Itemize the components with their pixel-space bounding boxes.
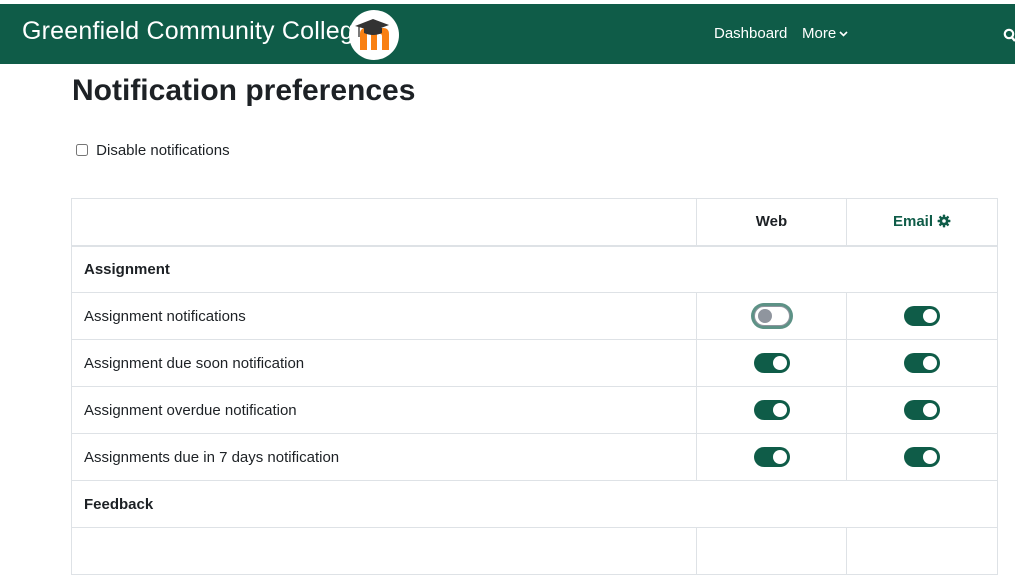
table-row	[71, 527, 998, 575]
search-icon[interactable]	[1003, 28, 1015, 42]
email-toggle-cell	[846, 292, 998, 340]
toggle-knob	[772, 356, 787, 370]
nav-more-menu[interactable]: More	[802, 25, 848, 42]
empty-cell	[696, 527, 847, 575]
email-toggle-cell	[846, 386, 998, 434]
email-toggle[interactable]	[904, 447, 940, 467]
toggle-knob	[923, 309, 937, 323]
page-title: Notification preferences	[72, 74, 416, 107]
notification-preferences-table: Web Email Assignment Assignment notificat…	[71, 198, 998, 575]
notification-name: Assignment due soon notification	[71, 339, 697, 387]
toggle-knob	[923, 403, 937, 417]
nav-more-label: More	[802, 25, 837, 42]
group-row: Feedback	[71, 480, 998, 528]
web-toggle-cell	[696, 292, 847, 340]
empty-cell	[71, 527, 697, 575]
table-row: Assignment due soon notification	[71, 339, 998, 387]
notification-name: Assignment notifications	[71, 292, 697, 340]
web-toggle[interactable]	[753, 353, 790, 373]
web-toggle-cell	[696, 386, 847, 434]
site-name[interactable]: Greenfield Community College	[22, 17, 368, 46]
table-row: Assignment notifications	[71, 292, 998, 340]
gear-icon[interactable]	[937, 214, 951, 228]
web-toggle[interactable]	[753, 400, 790, 420]
web-toggle[interactable]	[753, 306, 790, 326]
nav-dashboard-link[interactable]: Dashboard	[714, 25, 787, 42]
chevron-down-icon	[839, 31, 848, 37]
moodle-logo-icon[interactable]	[349, 10, 399, 60]
toggle-knob	[772, 403, 787, 417]
notification-name: Assignments due in 7 days notification	[71, 433, 697, 481]
column-header-email: Email	[846, 198, 998, 247]
toggle-knob	[757, 309, 772, 323]
disable-notifications-row: Disable notifications	[76, 142, 230, 159]
group-heading: Assignment	[71, 245, 998, 293]
disable-notifications-label[interactable]: Disable notifications	[96, 142, 229, 159]
empty-cell	[846, 527, 998, 575]
group-row: Assignment	[71, 245, 998, 293]
column-header-email-label: Email	[892, 213, 934, 231]
table-row: Assignment overdue notification	[71, 386, 998, 434]
email-toggle[interactable]	[904, 306, 940, 326]
email-toggle-cell	[846, 433, 998, 481]
web-toggle-cell	[696, 339, 847, 387]
email-toggle[interactable]	[904, 400, 940, 420]
toggle-knob	[923, 356, 937, 370]
table-row: Assignments due in 7 days notification	[71, 433, 998, 481]
email-toggle[interactable]	[904, 353, 940, 373]
web-toggle-cell	[696, 433, 847, 481]
top-navbar: Greenfield Community College Dashboard M…	[0, 4, 1015, 64]
toggle-knob	[923, 450, 937, 464]
column-header-web: Web	[696, 198, 847, 247]
toggle-knob	[772, 450, 787, 464]
notification-name: Assignment overdue notification	[71, 386, 697, 434]
email-toggle-cell	[846, 339, 998, 387]
column-header-web-label: Web	[755, 213, 788, 231]
table-header-row: Web Email	[71, 198, 998, 247]
disable-notifications-checkbox[interactable]	[76, 144, 88, 156]
group-heading: Feedback	[71, 480, 998, 528]
web-toggle[interactable]	[753, 447, 790, 467]
header-blank-cell	[71, 198, 697, 247]
